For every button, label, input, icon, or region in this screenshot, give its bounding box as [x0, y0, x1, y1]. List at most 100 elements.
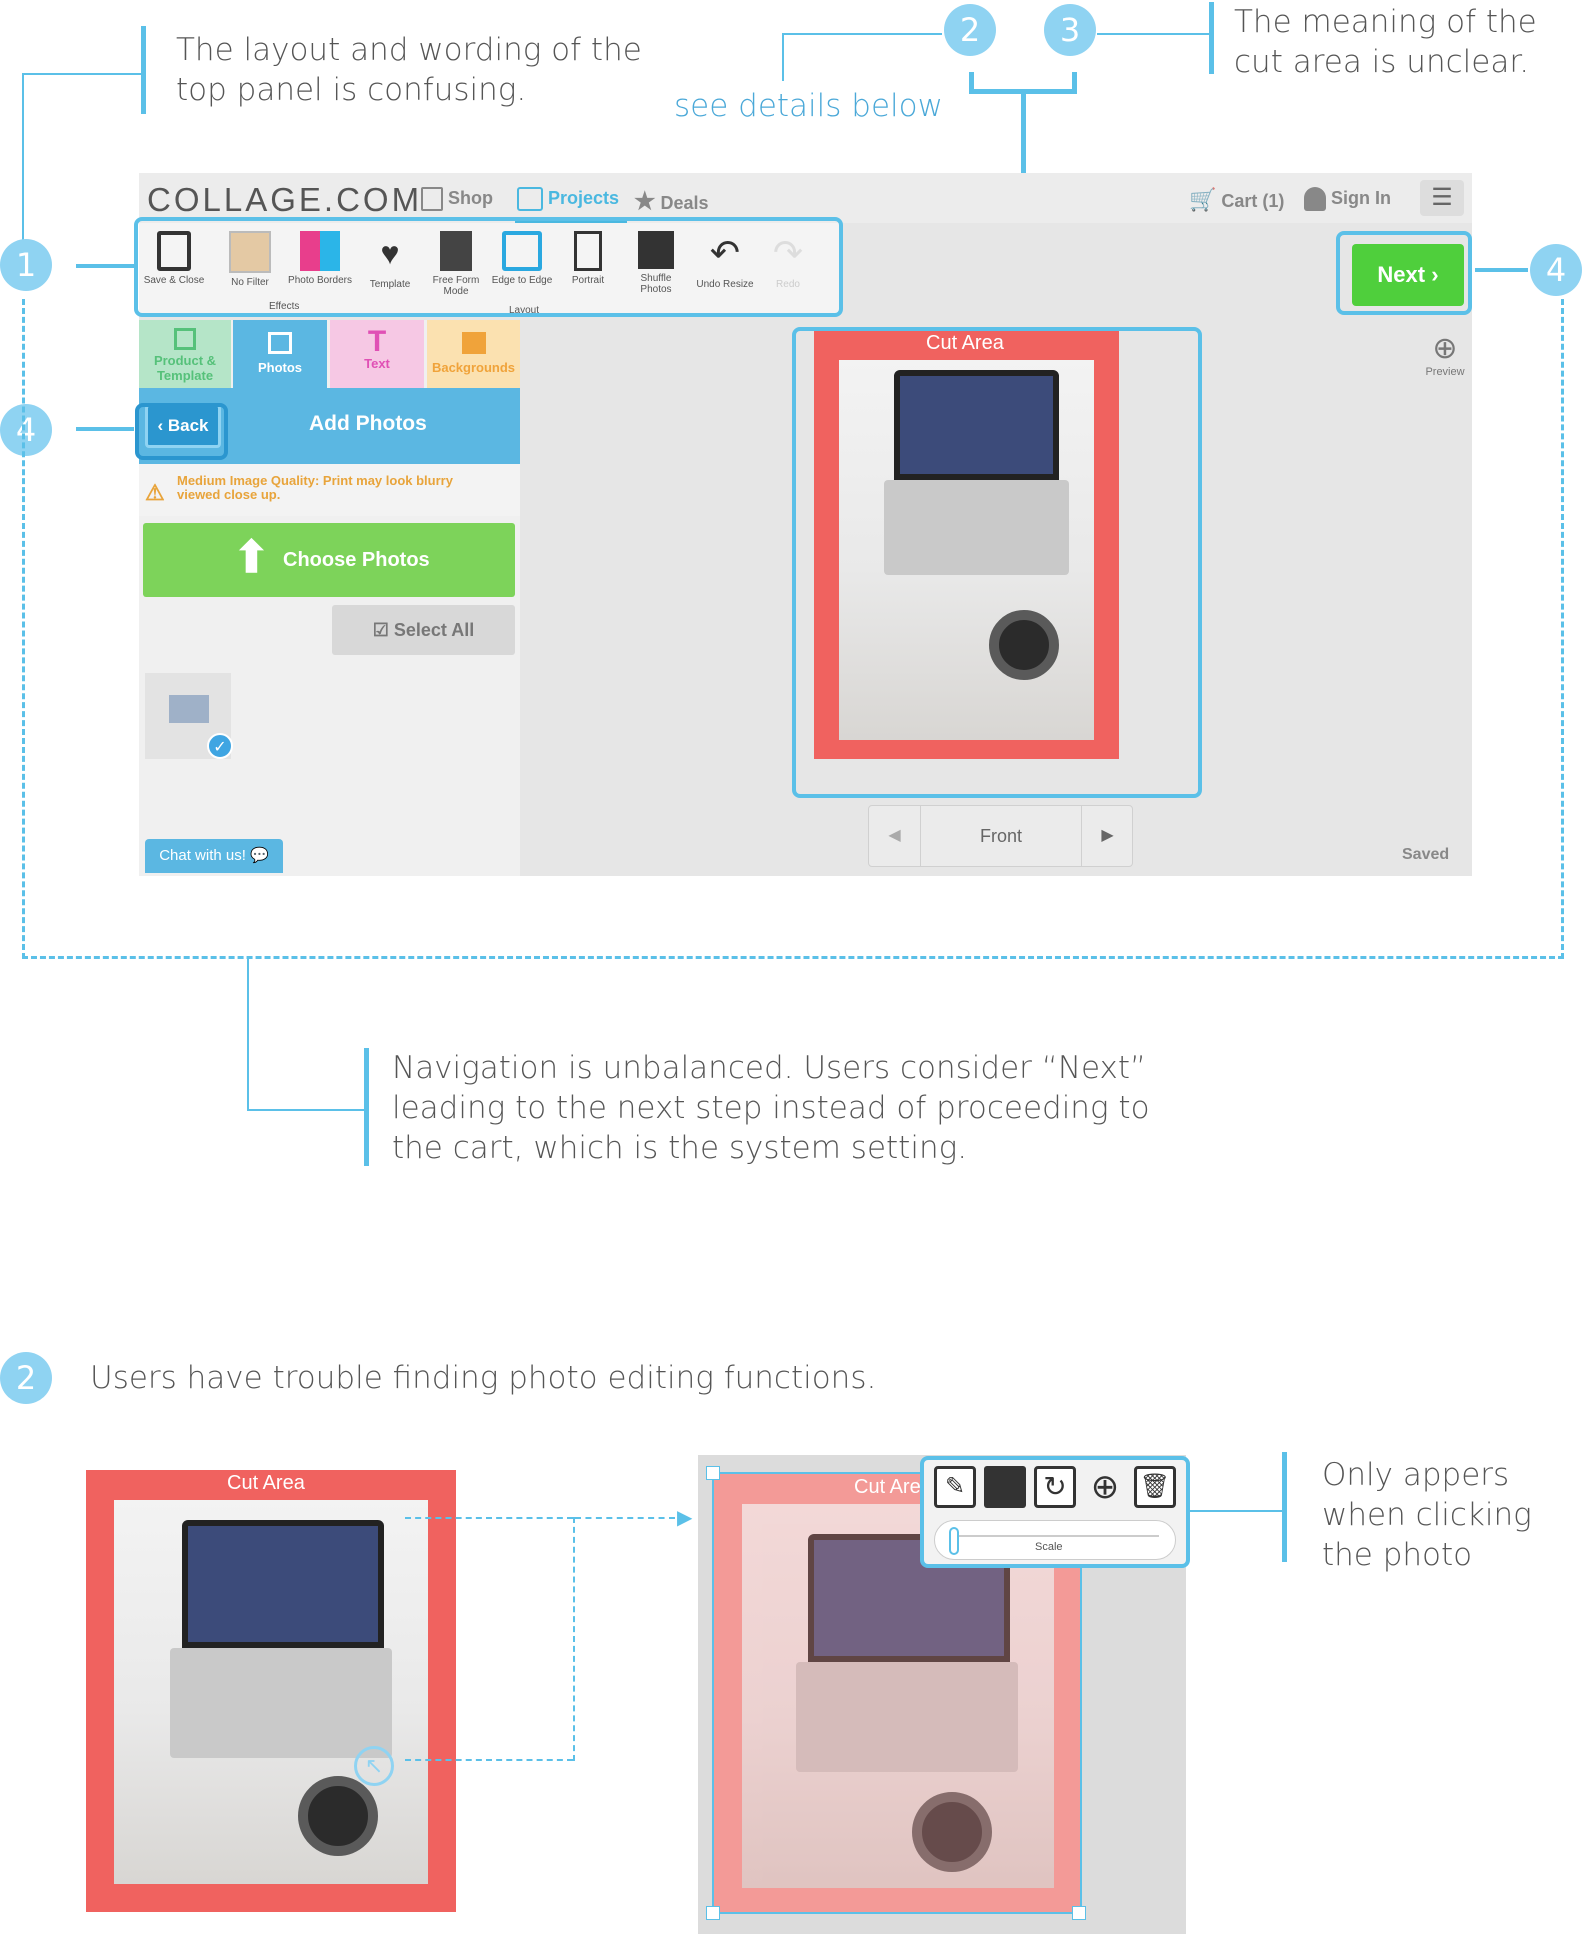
star-icon: ★: [634, 188, 656, 215]
warning-icon: ⚠: [145, 480, 165, 505]
trash-icon[interactable]: 🗑: [1134, 1466, 1176, 1508]
nav-projects[interactable]: Projects: [517, 187, 619, 211]
tab-label: Photos: [257, 360, 303, 375]
photos-icon: [268, 332, 292, 354]
click-cursor-icon: ↖: [354, 1746, 394, 1786]
laptop-screen: [182, 1520, 384, 1648]
annotation-editing: Users have trouble finding photo editing…: [90, 1360, 877, 1396]
choose-photos-button[interactable]: ⬆ Choose Photos: [143, 523, 515, 597]
sign-in-label: Sign In: [1331, 187, 1392, 208]
warning-text: Medium Image Quality: Print may look blu…: [177, 473, 453, 502]
tab-photos[interactable]: Photos: [233, 320, 327, 388]
rotate-icon[interactable]: ↻: [1034, 1466, 1076, 1508]
product-icon: [174, 328, 196, 350]
tab-backgrounds[interactable]: Backgrounds: [427, 320, 520, 388]
resize-handle-bl[interactable]: [706, 1906, 720, 1920]
preview-button[interactable]: ⊕ Preview: [1420, 331, 1470, 378]
thumb-laptop: [169, 695, 209, 723]
highlight-next: [1336, 231, 1472, 315]
chat-button[interactable]: Chat with us! 💬: [145, 839, 283, 873]
page-switcher: ◀ Front ▶: [868, 805, 1133, 867]
annotation-cut-area: The meaning of the cut area is unclear.: [1234, 4, 1537, 80]
speech-bubble-icon: 💬: [250, 847, 269, 864]
saved-status: Saved: [1402, 846, 1450, 863]
add-photos-title: Add Photos: [309, 412, 427, 435]
tab-product-template[interactable]: Product & Template: [139, 320, 231, 388]
scale-slider-track: [949, 1535, 1159, 1537]
connector-only-appears: [1190, 1510, 1284, 1512]
select-all-button[interactable]: ☑ Select All: [332, 605, 515, 655]
connector-1-toolbar: [76, 264, 134, 268]
nav-shop[interactable]: Shop: [421, 187, 493, 211]
zoom-in-icon: ⊕: [1432, 332, 1458, 365]
marker-1: 1: [0, 239, 52, 291]
nav-deals[interactable]: ★ Deals: [634, 187, 709, 216]
detail-cut-area-label-partial: Cut Are: [854, 1476, 921, 1498]
scale-label: Scale: [1035, 1541, 1063, 1553]
user-icon: [1304, 187, 1326, 211]
nav-deals-label: Deals: [660, 193, 709, 213]
zoom-icon[interactable]: ⊕: [1084, 1466, 1126, 1508]
nav-sign-in[interactable]: Sign In: [1304, 187, 1391, 211]
detail-cut-area-before[interactable]: Cut Area ↖: [86, 1470, 456, 1912]
projects-icon: [517, 187, 543, 211]
next-page-button[interactable]: ▶: [1081, 806, 1133, 866]
bracket-2-3: [969, 72, 1077, 94]
tab-label: Text: [364, 356, 390, 371]
marker-4-right: 4: [1530, 244, 1582, 296]
photo-thumbnail[interactable]: ✓: [145, 673, 233, 759]
scale-slider-handle[interactable]: [949, 1527, 959, 1555]
select-all-label: Select All: [393, 620, 475, 640]
front-label: Front: [979, 826, 1022, 846]
connector-line-3: [1097, 33, 1209, 35]
detail-cut-area-label: Cut Area: [227, 1472, 305, 1494]
dashed-arrow-top: [575, 1517, 675, 1519]
marker-3: 3: [1044, 4, 1096, 56]
annotation-navigation: Navigation is unbalanced. Users consider…: [392, 1050, 1150, 1166]
check-badge-icon[interactable]: ✓: [207, 733, 233, 759]
laptop-keyboard: [796, 1662, 1018, 1772]
connector-4-next: [1475, 268, 1528, 272]
choose-photos-label: Choose Photos: [283, 549, 430, 571]
annotation-bar-3: [1209, 2, 1214, 74]
detail-photo-before[interactable]: ↖: [114, 1500, 428, 1884]
annotation-see-details: see details below: [674, 88, 943, 124]
annotation-bar-1: [141, 26, 146, 114]
nav-projects-label: Projects: [548, 187, 620, 208]
connector-line-1: [22, 73, 144, 243]
edit-photo-icon[interactable]: ✎: [934, 1466, 976, 1508]
checkbox-icon: ☑: [372, 620, 389, 640]
marker-2: 2: [944, 4, 996, 56]
swap-photo-icon[interactable]: [984, 1466, 1026, 1508]
cart-icon: 🛒: [1189, 187, 1217, 212]
scale-slider[interactable]: Scale: [934, 1520, 1176, 1560]
tab-label: Product & Template: [153, 353, 217, 383]
photo-edit-toolbar: ✎ ↻ ⊕ 🗑 Scale: [920, 1456, 1190, 1568]
resize-handle-tl[interactable]: [706, 1466, 720, 1480]
annotation-bar-only-appears: [1282, 1452, 1287, 1562]
highlight-cut-area: [792, 327, 1202, 798]
coffee-cup: [298, 1776, 378, 1856]
annotation-bar-navigation: [364, 1048, 369, 1166]
top-nav-bar: COLLAGE.COM Shop Projects ★ Deals 🛒 Cart…: [139, 173, 1472, 223]
hamburger-menu-icon[interactable]: ☰: [1420, 180, 1464, 216]
highlight-toolbar: [134, 217, 843, 317]
resize-handle-br[interactable]: [1072, 1906, 1086, 1920]
annotation-only-appears: Only appers when clicking the photo: [1322, 1457, 1532, 1573]
prev-page-button[interactable]: ◀: [869, 806, 921, 866]
upload-arrow-icon: ⬆: [233, 533, 270, 582]
dashed-arrow: [405, 1517, 573, 1761]
arrow-head-icon: ▶: [677, 1507, 693, 1529]
tab-text[interactable]: T Text: [330, 320, 424, 388]
nav-cart[interactable]: 🛒 Cart (1): [1189, 187, 1284, 213]
connector-line-see-details: [782, 33, 942, 81]
dashed-arrow-vertical: [573, 1517, 575, 1761]
nav-shop-label: Shop: [448, 187, 494, 208]
collage-logo[interactable]: COLLAGE.COM: [147, 181, 422, 219]
marker-2-detail: 2: [0, 1352, 52, 1404]
shop-icon: [421, 187, 443, 211]
chat-label: Chat with us!: [159, 847, 246, 864]
text-icon: T: [367, 325, 387, 358]
coffee-cup: [912, 1792, 992, 1872]
annotation-top-panel: The layout and wording of the top panel …: [176, 32, 642, 108]
